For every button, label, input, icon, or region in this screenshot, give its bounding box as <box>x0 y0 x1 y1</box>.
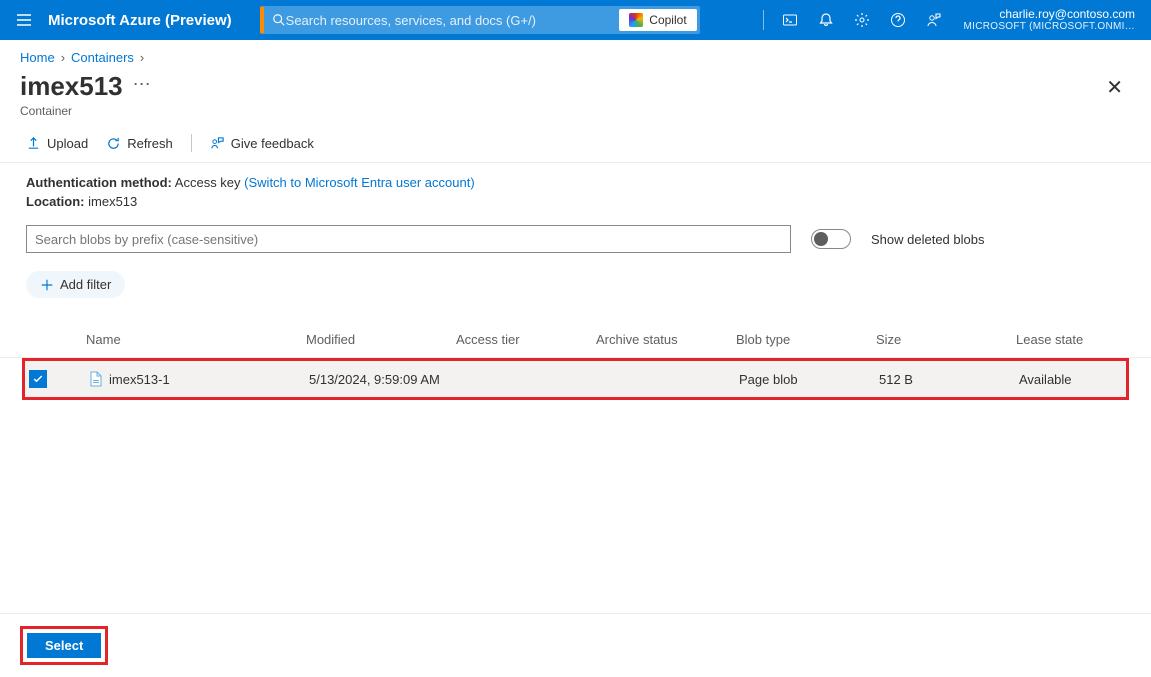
refresh-label: Refresh <box>127 136 173 151</box>
footer-bar: Select <box>0 613 1151 677</box>
upload-button[interactable]: Upload <box>26 136 88 151</box>
hamburger-icon <box>16 12 32 28</box>
separator <box>763 10 764 30</box>
toolbar-divider <box>191 134 192 152</box>
copilot-label: Copilot <box>649 13 686 27</box>
cell-blob-type: Page blob <box>739 372 879 387</box>
copilot-icon <box>629 13 643 27</box>
add-filter-button[interactable]: Add filter <box>26 271 125 298</box>
hamburger-menu[interactable] <box>8 12 40 28</box>
switch-auth-link[interactable]: (Switch to Microsoft Entra user account) <box>244 175 474 190</box>
breadcrumb-containers[interactable]: Containers <box>71 50 134 65</box>
cell-modified: 5/13/2024, 9:59:09 AM <box>309 372 459 387</box>
blob-search-row: Show deleted blobs <box>0 213 1151 253</box>
brand-title[interactable]: Microsoft Azure (Preview) <box>48 12 232 29</box>
cloud-shell-button[interactable] <box>772 0 808 40</box>
settings-button[interactable] <box>844 0 880 40</box>
upload-icon <box>26 136 41 151</box>
table-header: Name Modified Access tier Archive status… <box>0 322 1151 358</box>
auth-method-value: Access key <box>175 175 241 190</box>
more-actions-button[interactable]: ⋯ <box>133 71 151 97</box>
global-search[interactable]: Copilot <box>260 6 700 34</box>
file-icon <box>89 371 103 387</box>
filter-icon <box>40 278 54 292</box>
cell-name[interactable]: imex513-1 <box>109 372 170 387</box>
cell-lease-state: Available <box>1019 372 1151 387</box>
person-feedback-icon <box>926 12 942 28</box>
chevron-right-icon: › <box>61 50 65 65</box>
copilot-button[interactable]: Copilot <box>619 9 696 31</box>
col-modified[interactable]: Modified <box>306 332 456 347</box>
give-feedback-button[interactable]: Give feedback <box>210 136 314 151</box>
table-row[interactable]: imex513-1 5/13/2024, 9:59:09 AM Page blo… <box>25 361 1126 397</box>
feedback-button[interactable] <box>916 0 952 40</box>
select-highlight-annotation: Select <box>20 626 108 665</box>
check-icon <box>32 373 44 385</box>
toggle-knob <box>814 232 828 246</box>
user-tenant: MICROSOFT (MICROSOFT.ONMI… <box>964 21 1136 33</box>
topbar-actions: charlie.roy@contoso.com MICROSOFT (MICRO… <box>755 0 1144 40</box>
col-name[interactable]: Name <box>86 332 306 347</box>
breadcrumb-home[interactable]: Home <box>20 50 55 65</box>
col-access-tier[interactable]: Access tier <box>456 332 596 347</box>
refresh-button[interactable]: Refresh <box>106 136 173 151</box>
col-lease-state[interactable]: Lease state <box>1016 332 1151 347</box>
cloud-shell-icon <box>782 12 798 28</box>
gear-icon <box>854 12 870 28</box>
row-checkbox[interactable] <box>29 370 47 388</box>
page-subtitle: Container <box>0 104 1151 118</box>
location-value: imex513 <box>88 194 137 209</box>
location-label: Location: <box>26 194 85 209</box>
feedback-label: Give feedback <box>231 136 314 151</box>
add-filter-label: Add filter <box>60 277 111 292</box>
col-archive-status[interactable]: Archive status <box>596 332 736 347</box>
close-blade-button[interactable]: ✕ <box>1098 71 1131 104</box>
blob-prefix-search[interactable] <box>26 225 791 253</box>
col-size[interactable]: Size <box>876 332 1016 347</box>
feedback-icon <box>210 136 225 151</box>
show-deleted-toggle[interactable] <box>811 229 851 249</box>
user-account[interactable]: charlie.roy@contoso.com MICROSOFT (MICRO… <box>952 7 1144 33</box>
show-deleted-label: Show deleted blobs <box>871 232 984 247</box>
notifications-button[interactable] <box>808 0 844 40</box>
command-bar: Upload Refresh Give feedback <box>0 118 1151 163</box>
global-search-input[interactable] <box>286 13 620 28</box>
select-button[interactable]: Select <box>27 633 101 658</box>
refresh-icon <box>106 136 121 151</box>
cell-size: 512 B <box>879 372 1019 387</box>
col-blob-type[interactable]: Blob type <box>736 332 876 347</box>
container-meta: Authentication method: Access key (Switc… <box>0 163 1151 209</box>
breadcrumb: Home › Containers › <box>0 40 1151 65</box>
blob-table: Name Modified Access tier Archive status… <box>0 322 1151 400</box>
azure-topbar: Microsoft Azure (Preview) Copilot charli… <box>0 0 1151 40</box>
user-email: charlie.roy@contoso.com <box>964 7 1136 21</box>
bell-icon <box>818 12 834 28</box>
search-icon <box>272 13 286 27</box>
help-icon <box>890 12 906 28</box>
upload-label: Upload <box>47 136 88 151</box>
page-title: imex513 <box>20 71 123 102</box>
chevron-right-icon: › <box>140 50 144 65</box>
auth-method-label: Authentication method: <box>26 175 172 190</box>
help-button[interactable] <box>880 0 916 40</box>
page-heading: imex513 ⋯ ✕ <box>0 65 1151 104</box>
highlighted-row-annotation: imex513-1 5/13/2024, 9:59:09 AM Page blo… <box>22 358 1129 400</box>
